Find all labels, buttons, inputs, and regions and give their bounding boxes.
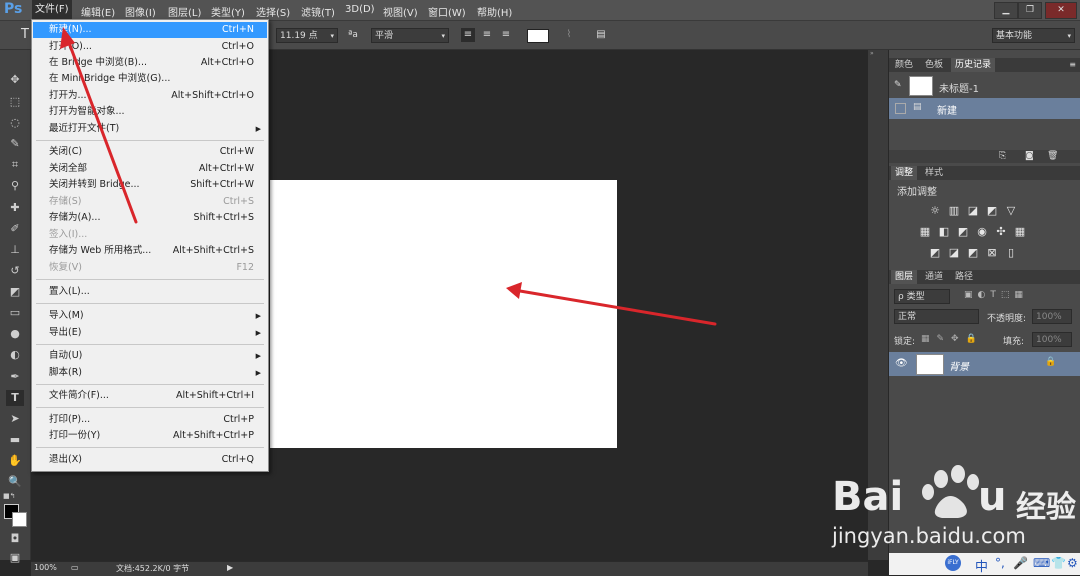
- watermark-url: jingyan.baidu.com: [832, 524, 1026, 548]
- input-method-tray: iFLY 中 °, 🎤 ⌨ 👕 ⚙: [889, 553, 1080, 575]
- ime-punctuation[interactable]: °,: [995, 556, 1005, 570]
- watermark-product: 经验: [1016, 490, 1076, 525]
- watermark-brand-end: u: [978, 474, 1007, 520]
- keyboard-icon[interactable]: ⌨: [1033, 556, 1050, 570]
- ime-chinese-mode[interactable]: 中: [975, 556, 988, 575]
- watermark-brand: Bai: [832, 474, 904, 520]
- arrow-to-new-menu: [60, 27, 138, 224]
- arrow-to-canvas: [506, 282, 717, 326]
- ime-logo-icon[interactable]: iFLY: [945, 555, 961, 571]
- baidu-watermark: Bai u 经验 jingyan.baidu.com: [832, 462, 1080, 562]
- settings-gear-icon[interactable]: ⚙: [1067, 556, 1078, 570]
- microphone-icon[interactable]: 🎤: [1013, 556, 1028, 570]
- skin-icon[interactable]: 👕: [1051, 556, 1066, 570]
